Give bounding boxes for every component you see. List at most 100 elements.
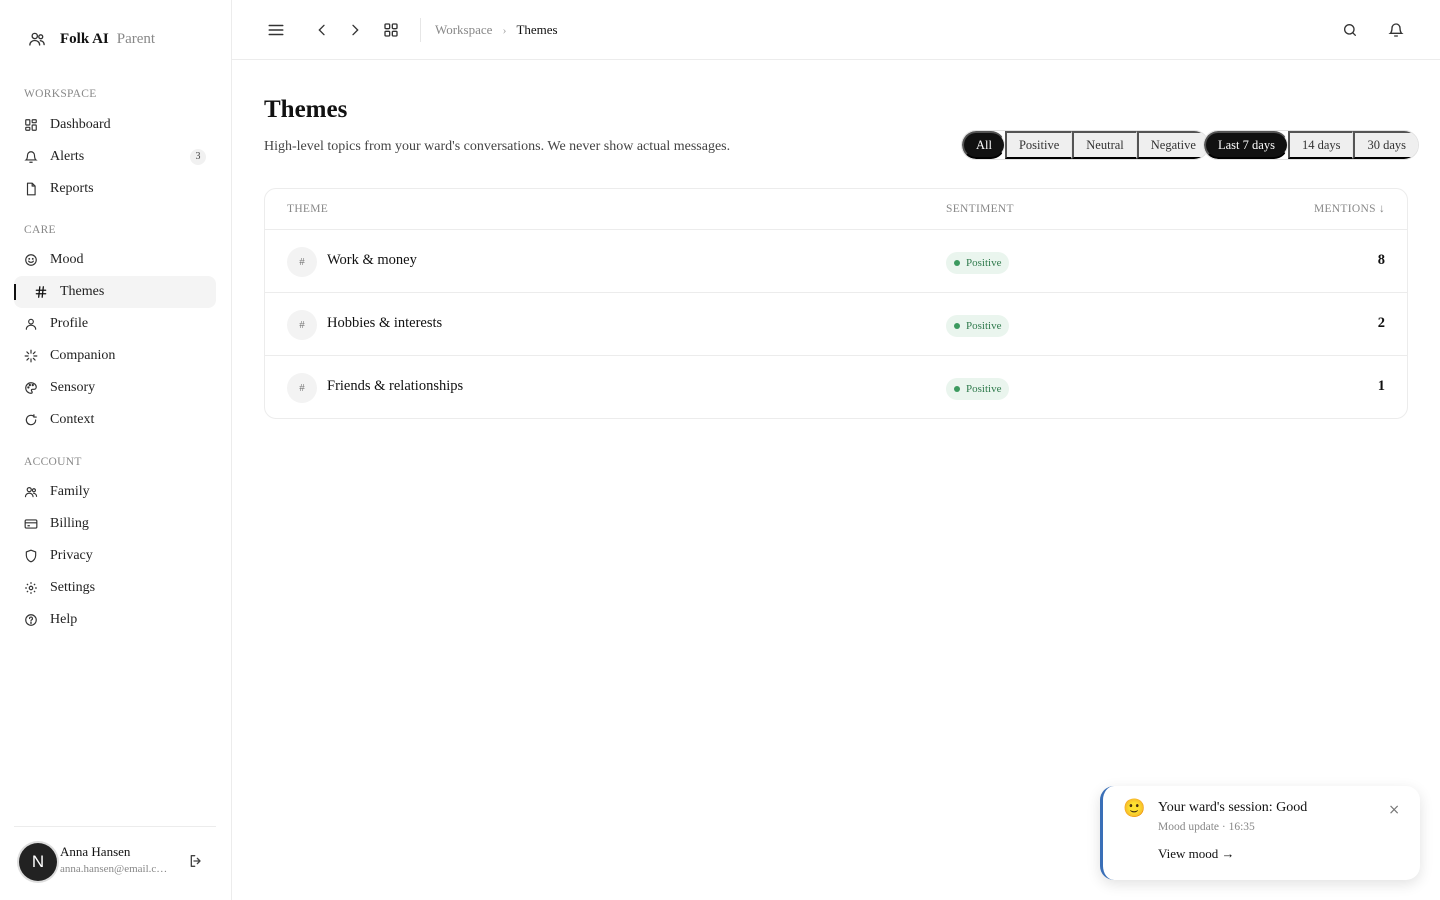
range-filter: Last 7 days 14 days 30 days [1203, 130, 1420, 160]
section-label-workspace: WORKSPACE [24, 88, 97, 100]
sidebar: Folk AI Parent WORKSPACE Dashboard Alerts… [0, 0, 232, 900]
back-icon[interactable] [312, 20, 332, 40]
chevron-right-icon: › [502, 22, 507, 37]
mentions-count: 1 [1377, 378, 1385, 394]
range-7-days[interactable]: Last 7 days [1204, 131, 1288, 159]
sidebar-item-label: Context [50, 412, 95, 427]
gear-icon [24, 581, 38, 595]
page-title: Themes [264, 96, 348, 123]
sidebar-item-billing[interactable]: Billing [14, 508, 216, 540]
toast-meta: Mood update · 16:35 [1158, 821, 1255, 833]
smile-emoji-icon: 🙂 [1123, 798, 1146, 819]
column-header-mentions[interactable]: MENTIONS ↓ [1314, 203, 1385, 215]
sidebar-item-label: Billing [50, 516, 89, 531]
sidebar-item-profile[interactable]: Profile [14, 308, 216, 340]
sidebar-item-label: Family [50, 484, 90, 499]
sentiment-label: Positive [966, 383, 1002, 395]
alerts-count-badge: 3 [190, 149, 206, 165]
hash-icon [34, 285, 48, 299]
section-label-account: ACCOUNT [24, 456, 82, 468]
logout-icon[interactable] [188, 853, 204, 869]
sentiment-label: Positive [966, 257, 1002, 269]
topbar: Workspace › Themes [232, 0, 1440, 60]
mentions-count: 2 [1377, 315, 1385, 331]
status-dot [954, 323, 960, 329]
sidebar-item-mood[interactable]: Mood [14, 244, 216, 276]
theme-name: Work & money [327, 252, 417, 268]
table-row[interactable]: # Friends & relationships Positive 1 [265, 356, 1407, 418]
section-label-care: CARE [24, 224, 56, 236]
avatar[interactable]: N [19, 843, 57, 881]
menu-icon[interactable] [266, 20, 286, 40]
mentions-count: 8 [1377, 252, 1385, 268]
sidebar-item-companion[interactable]: Companion [14, 340, 216, 372]
table-row[interactable]: # Hobbies & interests Positive 2 [265, 293, 1407, 356]
column-header-theme[interactable]: THEME [287, 203, 328, 215]
sentiment-badge: Positive [946, 315, 1010, 337]
filter-neutral[interactable]: Neutral [1072, 131, 1137, 159]
user-icon [24, 317, 38, 331]
shield-icon [24, 549, 38, 563]
sidebar-item-label: Profile [50, 316, 89, 331]
view-mood-link[interactable]: View mood → [1158, 846, 1235, 862]
user-name: Anna Hansen [60, 844, 131, 859]
sentiment-badge: Positive [946, 378, 1010, 400]
filter-positive[interactable]: Positive [1004, 131, 1073, 159]
range-14-days[interactable]: 14 days [1287, 131, 1354, 159]
card-icon [24, 517, 38, 531]
status-dot [954, 260, 960, 266]
brand[interactable]: Folk AI Parent [28, 30, 155, 48]
notifications-bell-icon[interactable] [1386, 20, 1406, 40]
sentiment-label: Positive [966, 320, 1002, 332]
sidebar-item-reports[interactable]: Reports [14, 173, 216, 205]
sidebar-item-label: Mood [50, 252, 84, 267]
table-row[interactable]: # Work & money Positive 8 [265, 230, 1407, 293]
sidebar-item-label: Companion [50, 348, 116, 363]
brand-role: Parent [116, 31, 156, 47]
sidebar-item-label: Reports [50, 181, 94, 196]
sidebar-item-label: Help [50, 612, 78, 627]
user-email: anna.hansen@email.com [60, 863, 170, 875]
document-icon [24, 182, 38, 196]
sentiment-badge: Positive [946, 252, 1010, 274]
sidebar-item-label: Themes [60, 284, 105, 299]
breadcrumb-current: Themes [516, 22, 558, 37]
toolbar-divider [420, 18, 421, 42]
bell-icon [24, 150, 38, 164]
range-30-days[interactable]: 30 days [1353, 131, 1419, 159]
sidebar-item-label: Settings [50, 580, 96, 595]
users-icon [28, 30, 46, 48]
sidebar-item-privacy[interactable]: Privacy [14, 540, 216, 572]
sidebar-item-themes[interactable]: Themes [14, 276, 216, 308]
close-icon[interactable]: × [1388, 802, 1400, 818]
grid-icon[interactable] [381, 20, 401, 40]
dashboard-icon [24, 118, 38, 132]
hash-icon: # [287, 373, 317, 403]
brand-name: Folk AI [60, 31, 109, 47]
sidebar-item-label: Dashboard [50, 117, 111, 132]
search-icon[interactable] [1340, 20, 1360, 40]
breadcrumb-workspace[interactable]: Workspace [435, 22, 492, 38]
sentiment-filter: All Positive Neutral Negative [961, 130, 1209, 160]
themes-table: THEME SENTIMENT MENTIONS ↓ # Work & mone… [264, 188, 1408, 419]
filter-negative[interactable]: Negative [1136, 131, 1208, 159]
sidebar-item-alerts[interactable]: Alerts 3 [14, 141, 216, 173]
user-profile-footer: N Anna Hansen anna.hansen@email.com [14, 826, 216, 886]
filter-all[interactable]: All [962, 131, 1005, 159]
status-dot [954, 386, 960, 392]
sidebar-item-dashboard[interactable]: Dashboard [14, 109, 216, 141]
column-header-sentiment[interactable]: SENTIMENT [946, 203, 1014, 215]
sidebar-item-settings[interactable]: Settings [14, 572, 216, 604]
breadcrumb: Workspace › Themes [435, 22, 558, 38]
sidebar-item-context[interactable]: Context [14, 404, 216, 436]
sidebar-item-family[interactable]: Family [14, 476, 216, 508]
forward-icon[interactable] [345, 20, 365, 40]
toast-title: Your ward's session: Good [1158, 800, 1308, 815]
smile-icon [24, 253, 38, 267]
hash-icon: # [287, 310, 317, 340]
sidebar-item-help[interactable]: Help [14, 604, 216, 636]
sidebar-item-label: Alerts [50, 149, 85, 164]
sidebar-item-sensory[interactable]: Sensory [14, 372, 216, 404]
sidebar-item-label: Sensory [50, 380, 96, 395]
sidebar-item-label: Privacy [50, 548, 93, 563]
